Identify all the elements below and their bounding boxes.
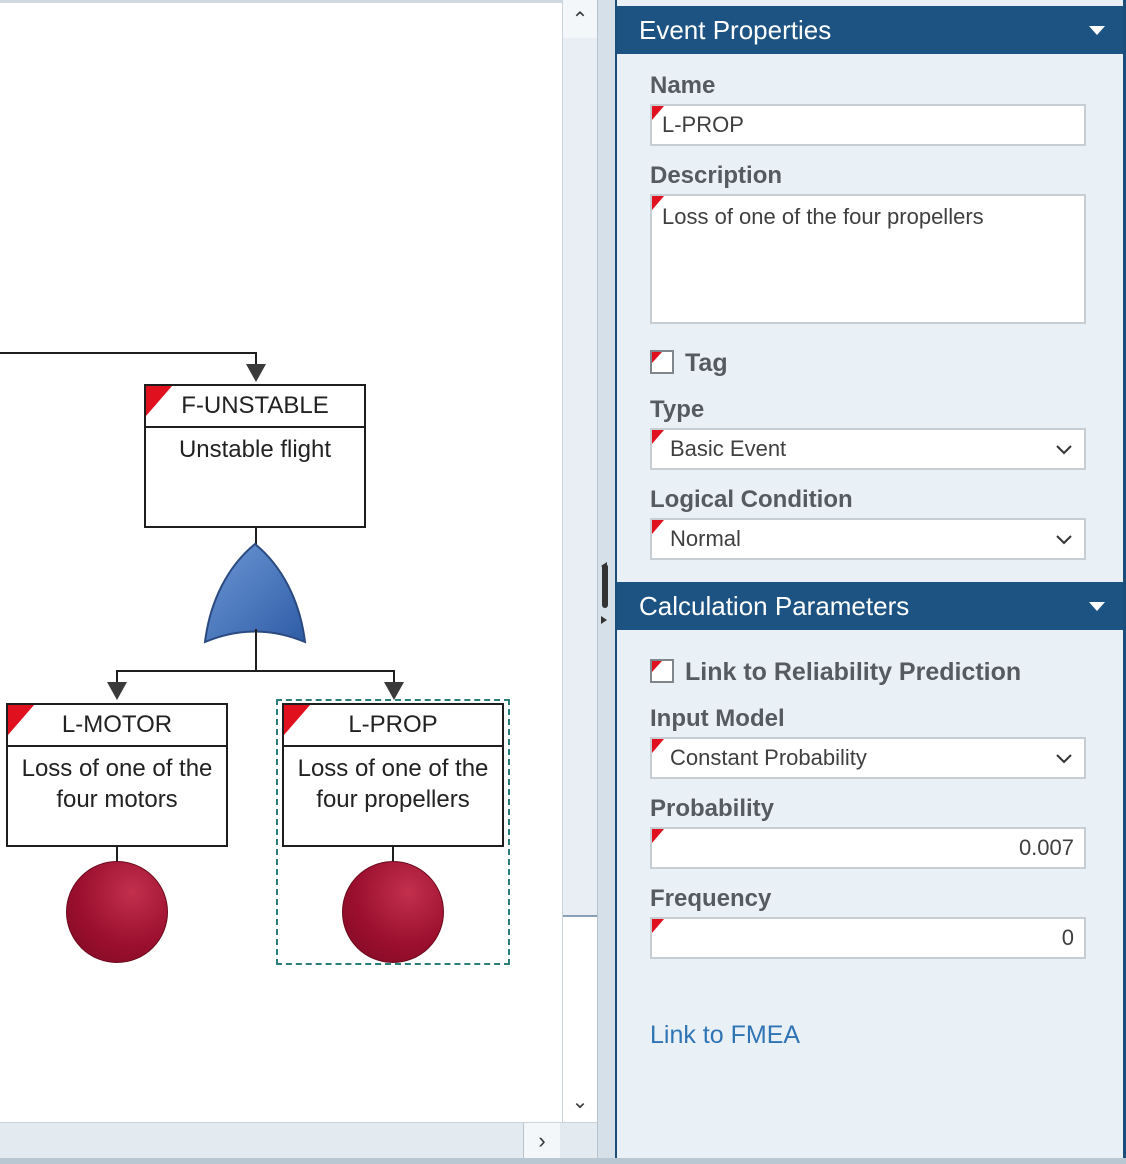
frequency-value: 0 — [1061, 925, 1074, 950]
description-field[interactable]: Loss of one of the four propellers — [650, 194, 1086, 324]
description-label: Description — [650, 162, 783, 189]
gate-node-f-unstable[interactable]: F-UNSTABLE Unstable flight — [144, 384, 366, 528]
scroll-down-button[interactable]: ⌄ — [563, 1082, 597, 1120]
name-field[interactable]: L-PROP — [650, 104, 1086, 146]
red-flag-icon — [652, 919, 664, 933]
properties-panel: Event Properties Name L-PROP Description… — [615, 0, 1126, 1158]
input-model-select[interactable]: Constant Probability — [650, 737, 1086, 779]
node-id: F-UNSTABLE — [146, 386, 364, 428]
calculation-parameters-header[interactable]: Calculation Parameters — [617, 582, 1123, 630]
section-title: Calculation Parameters — [639, 590, 910, 621]
vertical-scrollbar[interactable]: ⌃ ⌄ — [562, 0, 597, 1122]
description-value: Loss of one of the four propellers — [662, 204, 984, 229]
connector-line — [255, 629, 257, 672]
name-label: Name — [650, 72, 716, 99]
basic-event-circle-icon[interactable] — [342, 861, 444, 963]
event-node-l-prop[interactable]: L-PROP Loss of one of the four propeller… — [282, 703, 504, 847]
scroll-up-button[interactable]: ⌃ — [563, 0, 597, 38]
node-description: Loss of one of the four propellers — [297, 755, 489, 813]
connector-line — [116, 670, 395, 672]
type-label: Type — [650, 396, 705, 423]
collapse-right-icon[interactable] — [601, 616, 607, 624]
red-flag-icon — [652, 352, 662, 363]
chevron-right-icon: › — [538, 1127, 546, 1153]
bottom-border — [0, 1158, 1126, 1164]
arrow-down-icon — [384, 682, 404, 700]
probability-value: 0.007 — [1018, 835, 1074, 860]
splitter-grip-icon[interactable] — [602, 564, 608, 608]
collapse-caret-icon[interactable] — [1089, 602, 1105, 611]
type-select[interactable]: Basic Event — [650, 428, 1086, 470]
red-flag-icon — [652, 829, 664, 843]
link-to-fmea[interactable]: Link to FMEA — [650, 1021, 800, 1050]
basic-event-circle-icon[interactable] — [66, 861, 168, 963]
red-flag-icon — [652, 106, 664, 120]
fault-tree-canvas[interactable]: F-UNSTABLE Unstable flight L-MOTOR Loss … — [0, 0, 562, 1122]
tag-label: Tag — [685, 349, 728, 377]
chevron-down-icon — [1056, 445, 1072, 455]
red-flag-icon — [146, 386, 172, 416]
event-properties-header[interactable]: Event Properties — [617, 6, 1123, 54]
link-reliability-checkbox[interactable] — [650, 659, 674, 683]
red-flag-icon — [652, 196, 664, 210]
chevron-down-icon: ⌄ — [571, 1090, 589, 1113]
probability-field[interactable]: 0.007 — [650, 827, 1086, 869]
input-model-label: Input Model — [650, 705, 785, 732]
section-title: Event Properties — [639, 14, 832, 45]
arrow-down-icon — [246, 364, 266, 382]
node-id: L-PROP — [284, 705, 502, 747]
name-value: L-PROP — [662, 112, 744, 137]
red-flag-icon — [652, 520, 664, 534]
tag-checkbox[interactable] — [650, 350, 674, 374]
frequency-label: Frequency — [650, 885, 772, 912]
red-flag-icon — [652, 430, 664, 444]
panel-splitter[interactable] — [597, 0, 615, 1158]
connector-line — [0, 352, 257, 354]
red-flag-icon — [284, 705, 310, 735]
red-flag-icon — [8, 705, 34, 735]
event-node-l-motor[interactable]: L-MOTOR Loss of one of the four motors — [6, 703, 228, 847]
chevron-down-icon — [1056, 535, 1072, 545]
link-reliability-label: Link to Reliability Prediction — [685, 658, 1022, 686]
node-description: Unstable flight — [178, 436, 332, 463]
node-description: Loss of one of the four motors — [21, 755, 213, 813]
chevron-up-icon: ⌃ — [571, 8, 589, 31]
logical-condition-select[interactable]: Normal — [650, 518, 1086, 560]
logical-condition-label: Logical Condition — [650, 486, 853, 513]
horizontal-scrollbar[interactable]: › — [0, 1122, 597, 1158]
arrow-down-icon — [107, 682, 127, 700]
node-id: L-MOTOR — [8, 705, 226, 747]
red-flag-icon — [652, 739, 664, 753]
red-flag-icon — [652, 661, 662, 672]
logical-condition-value: Normal — [670, 526, 741, 551]
collapse-caret-icon[interactable] — [1089, 26, 1105, 35]
frequency-field[interactable]: 0 — [650, 917, 1086, 959]
scroll-right-button[interactable]: › — [523, 1123, 560, 1158]
chevron-down-icon — [1056, 754, 1072, 764]
type-value: Basic Event — [670, 436, 787, 461]
probability-label: Probability — [650, 795, 775, 822]
input-model-value: Constant Probability — [670, 745, 867, 770]
scroll-track[interactable] — [563, 38, 597, 915]
